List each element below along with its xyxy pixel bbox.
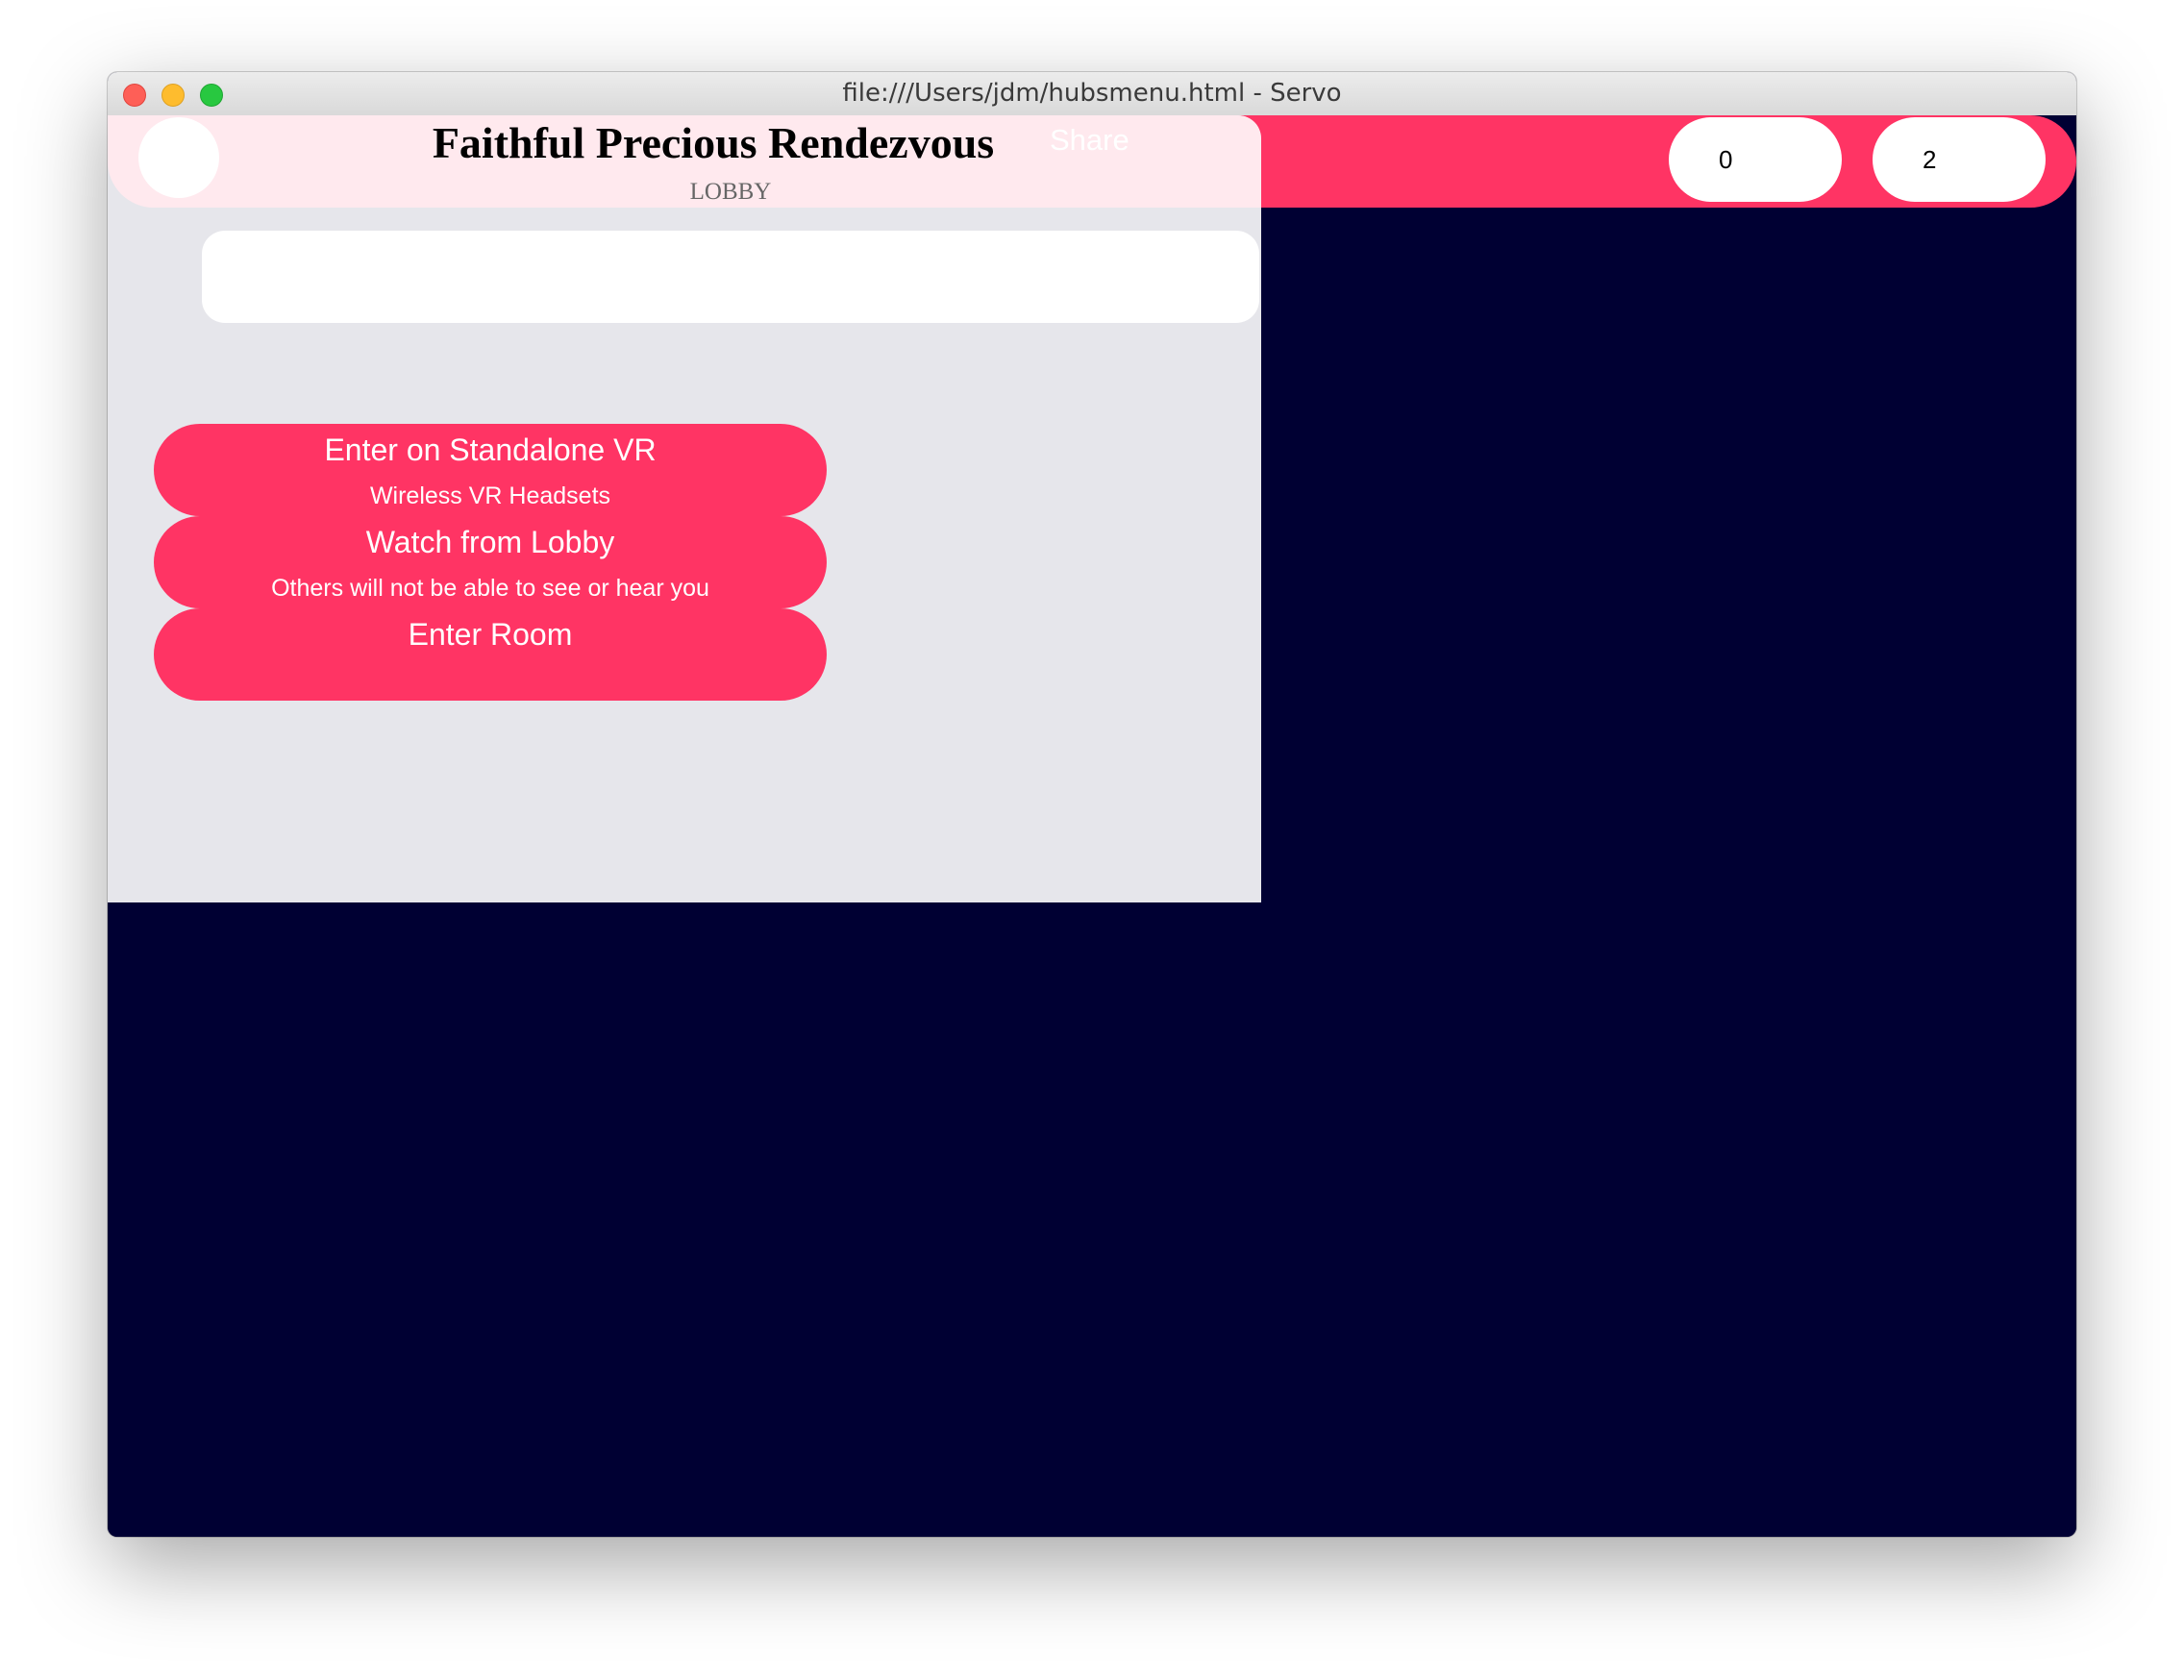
page-content: 0 2 Faithful Precious Rendezvous LOBBY S… [108,115,2076,1537]
enter-standalone-vr-button[interactable]: Enter on Standalone VR Wireless VR Heads… [154,424,827,516]
watch-from-lobby-button[interactable]: Watch from Lobby Others will not be able… [154,516,827,608]
counter-pill-second[interactable]: 2 [1873,117,2046,202]
watch-from-lobby-label: Watch from Lobby [365,525,615,559]
enter-room-label: Enter Room [408,617,573,652]
lobby-header: Faithful Precious Rendezvous LOBBY Share [108,115,1261,208]
title-bar: file:///Users/jdm/hubsmenu.html - Servo [108,72,2076,116]
window-title: file:///Users/jdm/hubsmenu.html - Servo [842,79,1342,108]
enter-room-button[interactable]: Enter Room [154,608,827,701]
watch-from-lobby-description: Others will not be able to see or hear y… [271,575,709,602]
room-subtitle: LOBBY [689,179,772,205]
lobby-panel: Faithful Precious Rendezvous LOBBY Share… [108,115,1261,902]
room-name: Faithful Precious Rendezvous [432,118,995,167]
name-input[interactable] [202,231,1259,323]
enter-standalone-vr-description: Wireless VR Headsets [369,482,611,509]
enter-standalone-vr-label: Enter on Standalone VR [324,432,657,467]
counter-pill-first[interactable]: 0 [1669,117,1842,202]
browser-window: file:///Users/jdm/hubsmenu.html - Servo … [108,72,2076,1537]
share-button[interactable]: Share [1050,123,1129,158]
